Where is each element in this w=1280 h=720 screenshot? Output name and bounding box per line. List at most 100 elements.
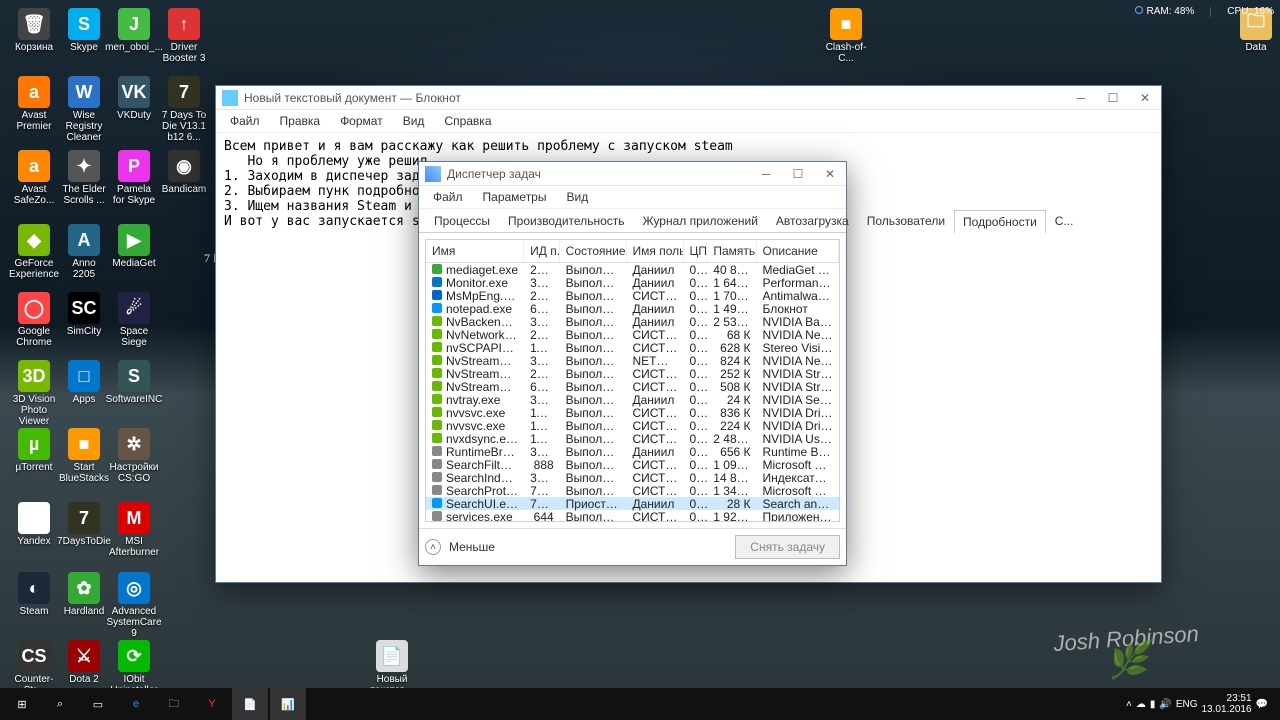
- notifications-icon[interactable]: 💬: [1256, 699, 1268, 710]
- tab-5[interactable]: Подробности: [954, 210, 1046, 233]
- table-row[interactable]: NvStreamService.exe2172ВыполняетсяСИСТЕМ…: [426, 367, 839, 380]
- table-header[interactable]: ИмяИД п...СостояниеИмя польз...ЦППамять …: [426, 240, 839, 263]
- desktop-icon[interactable]: VKVKDuty: [110, 76, 158, 121]
- column-header[interactable]: Имя: [426, 240, 524, 262]
- column-header[interactable]: Описание: [757, 240, 839, 262]
- chevron-up-icon[interactable]: ˄: [425, 539, 441, 555]
- table-row[interactable]: NvStreamNetworkSe...3488ВыполняетсяNETWO…: [426, 354, 839, 367]
- less-details-button[interactable]: Меньше: [449, 540, 495, 554]
- edge-icon[interactable]: e: [118, 688, 154, 720]
- menu-item[interactable]: Формат: [334, 112, 389, 130]
- menu-item[interactable]: Правка: [274, 112, 327, 130]
- desktop-icon[interactable]: ◆GeForce Experience: [10, 224, 58, 280]
- tab-0[interactable]: Процессы: [425, 209, 499, 232]
- table-body[interactable]: mediaget.exe2600ВыполняетсяДаниил0040 81…: [426, 263, 839, 522]
- desktop-icon[interactable]: ■Start BlueStacks: [60, 428, 108, 484]
- menu-item[interactable]: Вид: [397, 112, 431, 130]
- desktop-icon[interactable]: SSkype: [60, 8, 108, 53]
- table-row[interactable]: SearchIndexer.exe3888ВыполняетсяСИСТЕМА0…: [426, 471, 839, 484]
- desktop-icon[interactable]: 3D3D Vision Photo Viewer: [10, 360, 58, 427]
- taskmgr-titlebar[interactable]: Диспетчер задач ─ ☐ ✕: [419, 162, 846, 186]
- desktop-icon[interactable]: PPamela for Skype: [110, 150, 158, 206]
- table-row[interactable]: MsMpEng.exe2108ВыполняетсяСИСТЕМА001 708…: [426, 289, 839, 302]
- desktop-icon[interactable]: ◯Google Chrome: [10, 292, 58, 348]
- start-button[interactable]: ⊞: [4, 688, 40, 720]
- table-row[interactable]: RuntimeBroker.exe3832ВыполняетсяДаниил00…: [426, 445, 839, 458]
- desktop-icon[interactable]: ✿Hardland: [60, 572, 108, 617]
- close-button[interactable]: ✕: [1129, 86, 1161, 110]
- tab-4[interactable]: Пользователи: [858, 209, 954, 232]
- language-indicator[interactable]: ENG: [1176, 699, 1198, 710]
- table-row[interactable]: nvSCPAPISvr.exe1156ВыполняетсяСИСТЕМА006…: [426, 341, 839, 354]
- table-row[interactable]: nvvsvc.exe1188ВыполняетсяСИСТЕМА00224 КN…: [426, 419, 839, 432]
- desktop-icon[interactable]: Jmen_oboi_...: [110, 8, 158, 53]
- column-header[interactable]: Состояние: [560, 240, 627, 262]
- desktop-icon[interactable]: AAnno 2205: [60, 224, 108, 280]
- desktop-icon[interactable]: YYandex: [10, 502, 58, 547]
- desktop-icon[interactable]: ☄Space Siege: [110, 292, 158, 348]
- onedrive-icon[interactable]: ☁: [1136, 699, 1146, 710]
- minimize-button[interactable]: ─: [1065, 86, 1097, 110]
- desktop-icon[interactable]: ↑Driver Booster 3: [160, 8, 208, 64]
- menu-item[interactable]: Вид: [560, 188, 594, 206]
- table-row[interactable]: nvvsvc.exe1148ВыполняетсяСИСТЕМА00836 КN…: [426, 406, 839, 419]
- close-button[interactable]: ✕: [814, 162, 846, 186]
- table-row[interactable]: SearchFilterHost.exe888ВыполняетсяСИСТЕМ…: [426, 458, 839, 471]
- notepad-task-icon[interactable]: 📄: [232, 688, 268, 720]
- column-header[interactable]: ЦП: [684, 240, 708, 262]
- desktop-icon[interactable]: 🗑Корзина: [10, 8, 58, 53]
- table-row[interactable]: notepad.exe6636ВыполняетсяДаниил001 492 …: [426, 302, 839, 315]
- desktop-icon[interactable]: µµTorrent: [10, 428, 58, 473]
- table-row[interactable]: services.exe644ВыполняетсяСИСТЕМА001 920…: [426, 510, 839, 522]
- tab-6[interactable]: С...: [1046, 209, 1083, 232]
- minimize-button[interactable]: ─: [750, 162, 782, 186]
- table-row[interactable]: SearchProtocolHost...7880ВыполняетсяСИСТ…: [426, 484, 839, 497]
- table-row[interactable]: nvtray.exe3580ВыполняетсяДаниил0024 КNVI…: [426, 393, 839, 406]
- desktop-icon[interactable]: 77DaysToDie: [60, 502, 108, 547]
- menu-item[interactable]: Параметры: [477, 188, 553, 206]
- menu-item[interactable]: Файл: [427, 188, 469, 206]
- desktop-icon[interactable]: ✲Настройки CS:GO: [110, 428, 158, 484]
- desktop-icon[interactable]: aAvast SafeZo...: [10, 150, 58, 206]
- table-row[interactable]: NvStreamUserAgent...6284ВыполняетсяСИСТЕ…: [426, 380, 839, 393]
- volume-icon[interactable]: 🔊: [1159, 699, 1171, 710]
- desktop-icon[interactable]: □Apps: [60, 360, 108, 405]
- menu-item[interactable]: Справка: [438, 112, 497, 130]
- menu-item[interactable]: Файл: [224, 112, 266, 130]
- clock[interactable]: 23:51 13.01.2016: [1201, 693, 1251, 715]
- desktop-icon[interactable]: ▶MediaGet: [110, 224, 158, 269]
- desktop-icon[interactable]: SSoftwareINC: [110, 360, 158, 405]
- table-row[interactable]: SearchUI.exe7144Приостановл...Даниил0028…: [426, 497, 839, 510]
- desktop-icon[interactable]: MMSI Afterburner: [110, 502, 158, 558]
- desktop-icon[interactable]: ◎Advanced SystemCare 9: [110, 572, 158, 639]
- desktop-icon[interactable]: WWise Registry Cleaner: [60, 76, 108, 143]
- desktop-icon[interactable]: 77 Days To Die V13.1 b12 6...: [160, 76, 208, 143]
- desktop-icon[interactable]: ✦The Elder Scrolls ...: [60, 150, 108, 206]
- taskmgr-task-icon[interactable]: 📊: [270, 688, 306, 720]
- tab-3[interactable]: Автозагрузка: [767, 209, 858, 232]
- desktop-icon[interactable]: ◉Bandicam: [160, 150, 208, 195]
- notepad-titlebar[interactable]: Новый текстовый документ — Блокнот ─ ☐ ✕: [216, 86, 1161, 110]
- desktop-icon[interactable]: ■Clash-of-C...: [822, 8, 870, 64]
- column-header[interactable]: ИД п...: [524, 240, 560, 262]
- desktop-icon[interactable]: SCSimCity: [60, 292, 108, 337]
- taskbar[interactable]: ⊞ ⌕ ▭ e 🗀 Y 📄 📊 ˄ ☁ ▮ 🔊 ENG 23:51 13.01.…: [0, 688, 1280, 720]
- maximize-button[interactable]: ☐: [1097, 86, 1129, 110]
- system-tray[interactable]: ˄ ☁ ▮ 🔊 ENG 23:51 13.01.2016 💬: [1126, 693, 1276, 715]
- tab-1[interactable]: Производительность: [499, 209, 633, 232]
- desktop-icon[interactable]: ◐Steam: [10, 572, 58, 617]
- end-task-button[interactable]: Снять задачу: [735, 535, 840, 559]
- yandex-icon[interactable]: Y: [194, 688, 230, 720]
- column-header[interactable]: Память (ч...: [707, 240, 756, 262]
- column-header[interactable]: Имя польз...: [627, 240, 684, 262]
- table-row[interactable]: NvBackend.exe3156ВыполняетсяДаниил002 53…: [426, 315, 839, 328]
- task-view-icon[interactable]: ▭: [80, 688, 116, 720]
- maximize-button[interactable]: ☐: [782, 162, 814, 186]
- desktop-icon[interactable]: aAvast Premier: [10, 76, 58, 132]
- network-icon[interactable]: ▮: [1150, 699, 1156, 710]
- file-explorer-icon[interactable]: 🗀: [156, 688, 192, 720]
- table-row[interactable]: mediaget.exe2600ВыполняетсяДаниил0040 81…: [426, 263, 839, 276]
- table-row[interactable]: nvxdsync.exe1180ВыполняетсяСИСТЕМА002 48…: [426, 432, 839, 445]
- tray-chevron-icon[interactable]: ˄: [1126, 699, 1132, 710]
- table-row[interactable]: Monitor.exe3472ВыполняетсяДаниил001 640 …: [426, 276, 839, 289]
